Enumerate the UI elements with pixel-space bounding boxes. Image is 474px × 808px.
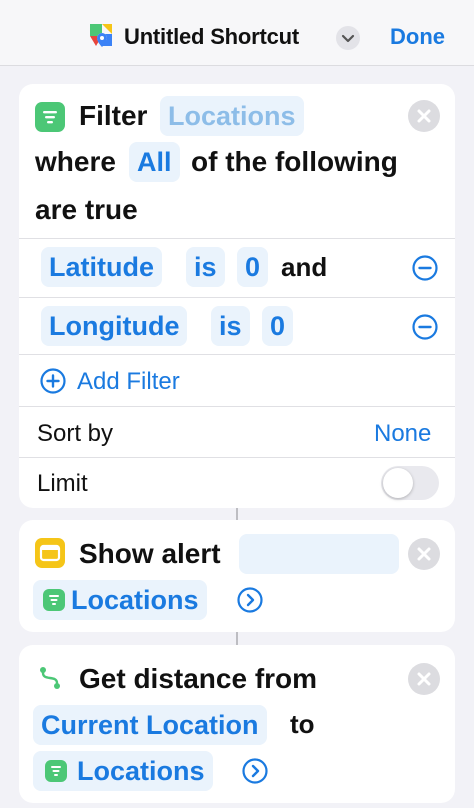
of-following-label: of the following [191,146,398,177]
remove-condition-icon[interactable] [411,254,439,282]
navigation-bar: Untitled Shortcut Done [0,0,474,66]
shortcut-app-icon [90,24,112,47]
route-icon [35,663,65,693]
location-variable-label: Locations [77,756,205,786]
match-mode-token[interactable]: All [129,142,180,182]
condition-operator-token[interactable]: is [211,306,250,346]
to-label: to [290,709,315,739]
action-connector [236,632,238,645]
condition-conjunction: and [281,252,328,282]
get-distance-title: Get distance from [79,663,318,694]
show-alert-title: Show alert [79,538,221,569]
action-connector [236,508,238,520]
are-true-label: are true [35,194,138,225]
condition-property-token[interactable]: Latitude [41,247,162,287]
from-location-token[interactable]: Current Location [33,705,267,745]
get-distance-action-card: Get distance from Current Location to Lo… [19,645,455,803]
remove-condition-icon[interactable] [411,313,439,341]
shortcut-title[interactable]: Untitled Shortcut [124,24,299,50]
filter-condition-row: Longitude is 0 [19,298,455,354]
sort-by-row[interactable]: Sort by None [19,407,455,457]
filter-condition-row: Latitude is 0 and [19,239,455,297]
filter-icon [45,760,67,782]
condition-value-token[interactable]: 0 [237,247,269,287]
close-icon[interactable] [408,538,440,570]
close-icon[interactable] [408,663,440,695]
limit-toggle[interactable] [381,466,439,500]
location-variable-label: Locations [71,585,199,615]
filter-title: Filter [79,100,148,131]
chevron-down-icon[interactable] [336,26,360,50]
sort-by-label: Sort by [37,420,114,447]
alert-message-field[interactable] [239,534,399,574]
close-icon[interactable] [408,100,440,132]
filter-icon [35,102,65,132]
condition-property-token[interactable]: Longitude [41,306,188,346]
add-filter-row[interactable]: Add Filter [19,355,455,406]
done-button[interactable]: Done [390,24,445,50]
condition-operator-token[interactable]: is [186,247,225,287]
add-circle-icon[interactable] [39,367,67,395]
filter-action-card: Filter Locations where All of the follow… [19,84,455,508]
filter-icon [43,589,65,611]
where-label: where [35,146,116,177]
filter-header: Filter Locations where All of the follow… [19,84,455,238]
condition-value-token[interactable]: 0 [262,306,294,346]
alert-icon [35,538,65,568]
add-filter-button[interactable]: Add Filter [77,368,180,396]
toggle-knob [383,468,413,498]
show-alert-action-card: Show alert Locations [19,520,455,632]
limit-label: Limit [37,470,88,497]
chevron-right-circle-icon[interactable] [236,586,264,614]
filter-source-token[interactable]: Locations [160,96,304,136]
sort-by-value[interactable]: None [374,420,431,448]
limit-row: Limit [19,458,455,508]
chevron-right-circle-icon[interactable] [241,757,269,785]
